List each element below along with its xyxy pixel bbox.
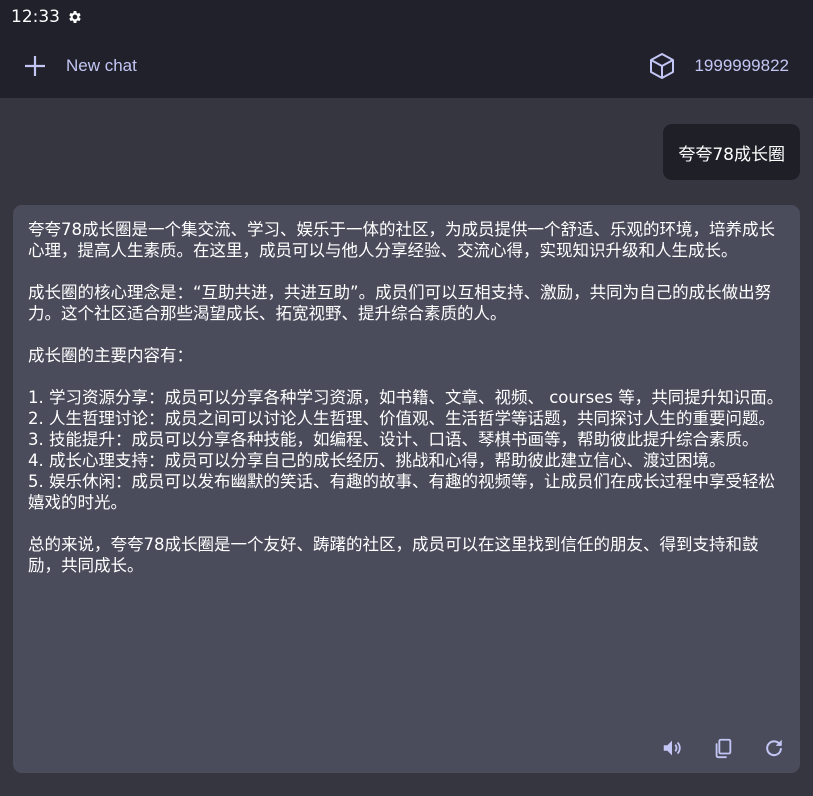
new-chat-label: New chat bbox=[66, 56, 137, 75]
cube-icon bbox=[648, 52, 676, 80]
message-actions bbox=[632, 737, 785, 759]
assistant-message-text: 夸夸78成长圈是一个集交流、学习、娱乐于一体的社区，为成员提供一个舒适、乐观的环… bbox=[28, 219, 784, 576]
assistant-paragraph: 3. 技能提升：成员可以分享各种技能，如编程、设计、口语、琴棋书画等，帮助彼此提… bbox=[28, 430, 759, 449]
assistant-paragraph: 成长圈的核心理念是：“互助共进，共进互助”。成员们可以互相支持、激励，共同为自己… bbox=[28, 283, 772, 323]
assistant-paragraph: 总的来说，夸夸78成长圈是一个友好、踌躇的社区，成员可以在这里找到信任的朋友、得… bbox=[28, 535, 759, 575]
assistant-paragraph: 4. 成长心理支持：成员可以分享自己的成长经历、挑战和心得，帮助彼此建立信心、渡… bbox=[28, 451, 726, 470]
copy-icon[interactable] bbox=[712, 737, 734, 759]
account-label: 1999999822 bbox=[694, 56, 789, 75]
assistant-paragraph: 5. 娱乐休闲：成员可以发布幽默的笑话、有趣的故事、有趣的视频等，让成员们在成长… bbox=[28, 472, 775, 512]
assistant-paragraph: 1. 学习资源分享：成员可以分享各种学习资源，如书籍、文章、视频、 course… bbox=[28, 388, 784, 407]
assistant-paragraph: 夸夸78成长圈是一个集交流、学习、娱乐于一体的社区，为成员提供一个舒适、乐观的环… bbox=[28, 220, 775, 260]
assistant-paragraph: 成长圈的主要内容有： bbox=[28, 346, 193, 365]
new-chat-button[interactable]: New chat bbox=[24, 55, 137, 77]
plus-icon bbox=[24, 55, 46, 77]
user-message: 夸夸78成长圈 bbox=[663, 124, 800, 180]
assistant-paragraph: 2. 人生哲理讨论：成员之间可以讨论人生哲理、价值观、生活哲学等话题，共同探讨人… bbox=[28, 409, 775, 428]
assistant-message: 夸夸78成长圈是一个集交流、学习、娱乐于一体的社区，为成员提供一个舒适、乐观的环… bbox=[13, 205, 800, 773]
status-bar: 12:33 bbox=[0, 0, 813, 34]
refresh-icon[interactable] bbox=[763, 737, 785, 759]
app-header: New chat 1999999822 bbox=[0, 34, 813, 98]
user-message-text: 夸夸78成长圈 bbox=[678, 144, 785, 165]
status-time: 12:33 bbox=[11, 7, 60, 27]
account-button[interactable]: 1999999822 bbox=[648, 52, 789, 80]
speaker-icon[interactable] bbox=[661, 737, 683, 759]
gear-icon bbox=[67, 9, 83, 25]
